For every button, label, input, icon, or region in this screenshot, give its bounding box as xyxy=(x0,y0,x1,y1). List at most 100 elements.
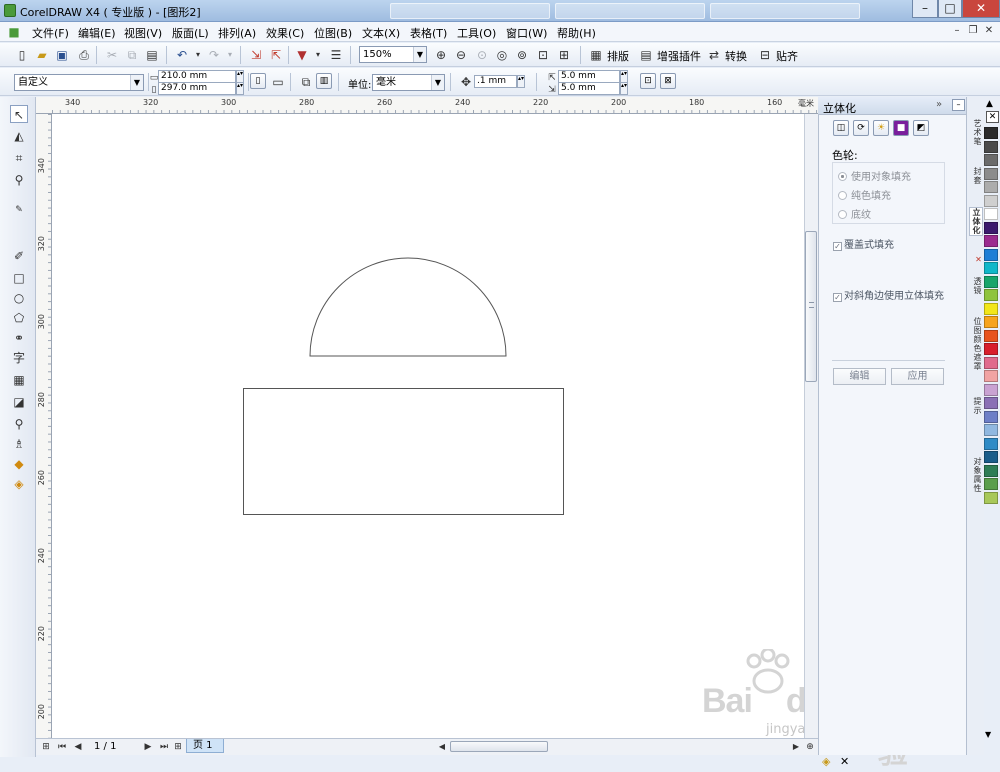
ellipse-tool-icon[interactable]: ○ xyxy=(10,289,28,307)
color-swatch[interactable] xyxy=(984,248,998,261)
undo-dropdown-icon[interactable]: ▾ xyxy=(190,47,206,63)
basic-shapes-tool-icon[interactable]: ⚭ xyxy=(10,329,28,347)
color-swatch[interactable] xyxy=(984,154,998,166)
zoom-height-icon[interactable]: ⊞ xyxy=(556,47,572,63)
launcher-dropdown-icon[interactable]: ▾ xyxy=(310,47,326,63)
plugin-icon[interactable]: ▤ xyxy=(638,47,654,63)
crop-tool-icon[interactable]: ⌗ xyxy=(10,149,28,167)
color-swatch[interactable] xyxy=(984,289,998,301)
tab-hints[interactable]: 提示 xyxy=(969,397,983,415)
taskbar-item[interactable] xyxy=(390,3,550,19)
docker-minimize-icon[interactable]: – xyxy=(952,99,965,111)
tab-lens[interactable]: 透镜 xyxy=(969,277,983,295)
extrude-bevel-icon[interactable]: ◩ xyxy=(913,120,929,136)
color-swatch[interactable] xyxy=(984,370,998,382)
next-page-icon[interactable]: ▶ xyxy=(140,739,156,755)
color-swatch[interactable] xyxy=(984,275,998,288)
pick-tool-icon[interactable]: ↖ xyxy=(10,105,28,123)
landscape-icon[interactable]: ▭ xyxy=(270,74,286,90)
treat-as-filled-icon[interactable]: ⊠ xyxy=(660,73,676,89)
convert-button[interactable]: 转换 xyxy=(725,48,747,64)
menu-table[interactable]: 表格(T) xyxy=(410,25,447,41)
color-swatch[interactable] xyxy=(984,208,998,220)
insert-page-after-icon[interactable]: ⊞ xyxy=(170,739,186,755)
semicircle-shape[interactable] xyxy=(309,257,507,357)
zoom-page-icon[interactable]: ⊚ xyxy=(514,47,530,63)
menu-help[interactable]: 帮助(H) xyxy=(557,25,596,41)
color-swatch[interactable] xyxy=(984,262,998,274)
arrange-button[interactable]: 排版 xyxy=(607,48,629,64)
convert-icon[interactable]: ⇄ xyxy=(706,47,722,63)
new-icon[interactable]: ▯ xyxy=(14,47,30,63)
menu-bitmaps[interactable]: 位图(B) xyxy=(314,25,352,41)
color-swatch[interactable] xyxy=(984,316,998,328)
radio-use-object-fill[interactable]: 使用对象填充 xyxy=(838,168,911,183)
navigator-icon[interactable]: ⊕ xyxy=(802,739,818,755)
fill-tool-icon[interactable]: ◆ xyxy=(10,455,28,473)
menu-arrange[interactable]: 排列(A) xyxy=(218,25,256,41)
color-swatch[interactable] xyxy=(984,329,998,342)
snap-button[interactable]: 贴齐 xyxy=(776,48,798,64)
dup-y-spinner[interactable]: ▴▾ xyxy=(620,82,628,95)
palette-scroll-down-icon[interactable]: ▼ xyxy=(985,730,991,739)
smart-fill-tool-icon[interactable]: ✐ xyxy=(10,247,28,265)
zoom-level-combo[interactable]: 150% ▼ xyxy=(359,46,427,63)
no-color-swatch[interactable]: ✕ xyxy=(986,111,999,123)
document-icon[interactable]: ■ xyxy=(6,24,22,40)
paper-preset-combo[interactable]: 自定义 ▼ xyxy=(14,74,144,91)
horizontal-scroll-thumb[interactable] xyxy=(450,741,548,752)
menu-view[interactable]: 视图(V) xyxy=(124,25,162,41)
tab-close-icon[interactable]: ✕ xyxy=(969,255,983,265)
color-swatch[interactable] xyxy=(984,451,998,463)
vertical-scrollbar[interactable] xyxy=(804,114,818,740)
export-icon[interactable]: ⇱ xyxy=(268,47,284,63)
redo-dropdown-icon[interactable]: ▾ xyxy=(222,47,238,63)
interactive-tool-icon[interactable]: ◪ xyxy=(10,393,28,411)
height-spinner[interactable]: ▴▾ xyxy=(236,82,244,95)
color-swatch[interactable] xyxy=(984,140,998,153)
tab-object-properties[interactable]: 对象属性 xyxy=(969,457,983,493)
taskbar-item[interactable] xyxy=(710,3,860,19)
eyedropper-tool-icon[interactable]: ⚲ xyxy=(10,415,28,433)
rectangle-tool-icon[interactable]: □ xyxy=(10,269,28,287)
vertical-scroll-thumb[interactable] xyxy=(805,231,817,382)
rectangle-shape[interactable] xyxy=(243,388,564,515)
shape-tool-icon[interactable]: ◭ xyxy=(10,127,28,145)
copy-icon[interactable]: ⧉ xyxy=(124,47,140,63)
maximize-button[interactable]: □ xyxy=(938,0,962,18)
color-swatch[interactable] xyxy=(984,397,998,409)
zoom-all-objects-icon[interactable]: ◎ xyxy=(494,47,510,63)
extrude-rotate-icon[interactable]: ⟳ xyxy=(853,120,869,136)
zoom-in-icon[interactable]: ⊕ xyxy=(433,47,449,63)
page-height-input[interactable]: 297.0 mm xyxy=(158,82,236,95)
color-swatch[interactable] xyxy=(984,181,998,193)
apply-button[interactable]: 应用 xyxy=(891,368,944,385)
radio-solid-fill[interactable]: 纯色填充 xyxy=(838,187,891,202)
close-button[interactable]: ✕ xyxy=(962,0,1000,18)
nudge-spinner[interactable]: ▴▾ xyxy=(517,75,525,88)
nudge-distance-input[interactable]: .1 mm xyxy=(474,75,517,88)
unit-combo[interactable]: 毫米 ▼ xyxy=(372,74,445,91)
enhance-plugin-button[interactable]: 增强插件 xyxy=(657,48,701,64)
tab-extrude[interactable]: 立体化 xyxy=(969,207,983,236)
docker-collapse-icon[interactable]: » xyxy=(936,99,942,110)
current-page-icon[interactable]: ▥ xyxy=(316,73,332,89)
doc-minimize-button[interactable]: – xyxy=(950,25,964,38)
doc-restore-button[interactable]: ❐ xyxy=(966,25,980,38)
drawing-canvas[interactable]: Baidu 经验 jingyan.baidu.com xyxy=(52,114,908,771)
menu-window[interactable]: 窗口(W) xyxy=(506,25,547,41)
extrude-light-icon[interactable]: ☀ xyxy=(873,120,889,136)
print-icon[interactable]: ⎙ xyxy=(76,47,92,63)
menu-file[interactable]: 文件(F) xyxy=(32,25,69,41)
import-icon[interactable]: ⇲ xyxy=(248,47,264,63)
portrait-icon[interactable]: ▯ xyxy=(250,73,266,89)
color-swatch[interactable] xyxy=(984,478,998,490)
menu-edit[interactable]: 编辑(E) xyxy=(78,25,116,41)
color-swatch[interactable] xyxy=(984,221,998,234)
prev-page-icon[interactable]: ◀ xyxy=(70,739,86,755)
color-swatch[interactable] xyxy=(984,491,998,504)
undo-icon[interactable]: ↶ xyxy=(174,47,190,63)
radio-texture[interactable]: 底纹 xyxy=(838,206,871,221)
taskbar-item[interactable] xyxy=(555,3,705,19)
redo-icon[interactable]: ↷ xyxy=(206,47,222,63)
